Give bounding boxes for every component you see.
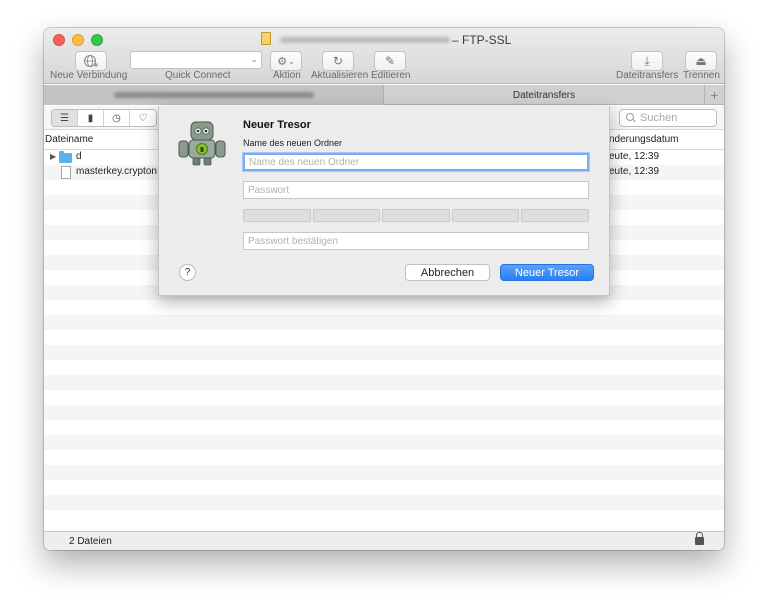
file-name: masterkey.crypton <box>76 166 157 177</box>
history-button[interactable]: ◷ <box>104 110 130 126</box>
folder-icon <box>59 151 72 163</box>
empty-row <box>44 315 724 330</box>
empty-row <box>44 450 724 465</box>
eject-icon: ⏏ <box>695 54 707 68</box>
edit-label: Editieren <box>371 70 411 81</box>
cryptomator-robot-icon <box>178 121 226 166</box>
strength-segment <box>451 209 520 222</box>
document-icon <box>261 32 271 45</box>
empty-row <box>44 330 724 345</box>
new-connection-button[interactable] <box>75 51 107 71</box>
strength-segment <box>243 209 311 222</box>
view-segmented-control: ☰ ▮ ◷ ♡ <box>51 109 157 127</box>
empty-row <box>44 360 724 375</box>
search-field[interactable]: Suchen <box>619 109 717 127</box>
tab-transfers[interactable]: Dateitransfers <box>385 85 703 105</box>
strength-segment <box>521 209 589 222</box>
gear-icon: ⚙ <box>277 55 288 68</box>
tab-browser[interactable] <box>44 85 384 105</box>
empty-row <box>44 465 724 480</box>
bookmark-icon: ▮ <box>87 112 94 124</box>
empty-row <box>44 495 724 510</box>
lock-icon[interactable] <box>695 532 704 545</box>
refresh-label: Aktualisieren <box>311 70 369 81</box>
empty-row <box>44 300 724 315</box>
new-connection-label: Neue Verbindung <box>50 70 128 81</box>
window-title: – FTP-SSL <box>452 33 512 47</box>
titlebar: – FTP-SSL Neue Verbindung ⌄ Quick Connec… <box>44 28 724 84</box>
file-count: 2 Dateien <box>69 536 112 547</box>
cancel-button[interactable]: Abbrechen <box>405 264 490 281</box>
edit-button[interactable]: ✎ <box>374 51 406 71</box>
download-tray-icon: ⤓ <box>644 53 650 68</box>
pencil-icon: ✎ <box>384 54 396 68</box>
empty-row <box>44 480 724 495</box>
confirm-password-input[interactable] <box>243 232 589 250</box>
empty-row <box>44 345 724 360</box>
bookmarks-button[interactable]: ▮ <box>78 110 104 126</box>
help-button[interactable]: ? <box>179 264 196 281</box>
bonjour-button[interactable]: ♡ <box>130 110 156 126</box>
redacted-tab-title <box>113 92 314 98</box>
outline-view-button[interactable]: ☰ <box>52 110 78 126</box>
password-strength-meter <box>243 209 589 222</box>
empty-row <box>44 510 724 525</box>
file-modified: eute, 12:39 <box>609 166 660 177</box>
password-input[interactable] <box>243 181 589 199</box>
strength-segment <box>312 209 381 222</box>
empty-row <box>44 375 724 390</box>
dialog-label: Name des neuen Ordner <box>243 138 343 148</box>
chevron-down-icon: ⌄ <box>288 56 295 66</box>
disconnect-label: Trennen <box>683 70 720 81</box>
search-placeholder: Suchen <box>640 112 678 124</box>
empty-row <box>44 435 724 450</box>
refresh-icon: ↻ <box>332 54 344 68</box>
add-tab-button[interactable]: + <box>704 85 724 105</box>
column-filename[interactable]: Dateiname <box>45 134 93 145</box>
refresh-button[interactable]: ↻ <box>322 51 354 71</box>
status-bar: 2 Dateien <box>44 531 724 550</box>
redacted-hostname <box>280 37 450 43</box>
window-title-area: – FTP-SSL <box>44 31 724 47</box>
disconnect-button[interactable]: ⏏ <box>685 51 717 71</box>
strength-segment <box>382 209 450 222</box>
disclosure-triangle-icon[interactable]: ▶ <box>50 152 56 161</box>
quick-connect-label: Quick Connect <box>165 70 231 81</box>
chevron-down-icon: ⌄ <box>250 54 258 64</box>
empty-row <box>44 390 724 405</box>
action-label: Aktion <box>273 70 301 81</box>
quick-connect-combobox[interactable]: ⌄ <box>130 51 262 69</box>
tab-bar: Dateitransfers + <box>44 85 724 105</box>
file-icon <box>61 166 71 179</box>
globe-plus-icon <box>84 55 98 67</box>
vault-name-input[interactable] <box>243 153 589 171</box>
transfers-button[interactable]: ⤓ <box>631 51 663 71</box>
search-icon <box>626 113 636 123</box>
action-button[interactable]: ⚙ ⌄ <box>270 51 302 71</box>
new-vault-dialog: Neuer Tresor Name des neuen Ordner ? Abb… <box>158 106 610 296</box>
transfers-label: Dateitransfers <box>616 70 679 81</box>
file-name: d <box>76 151 82 162</box>
bonjour-icon: ♡ <box>138 112 148 124</box>
empty-row <box>44 405 724 420</box>
column-modified[interactable]: nderungsdatum <box>609 134 679 145</box>
empty-row <box>44 420 724 435</box>
create-vault-button[interactable]: Neuer Tresor <box>500 264 594 281</box>
clock-icon: ◷ <box>112 112 121 124</box>
file-modified: eute, 12:39 <box>609 151 660 162</box>
dialog-title: Neuer Tresor <box>243 119 311 131</box>
outline-icon: ☰ <box>60 112 69 124</box>
